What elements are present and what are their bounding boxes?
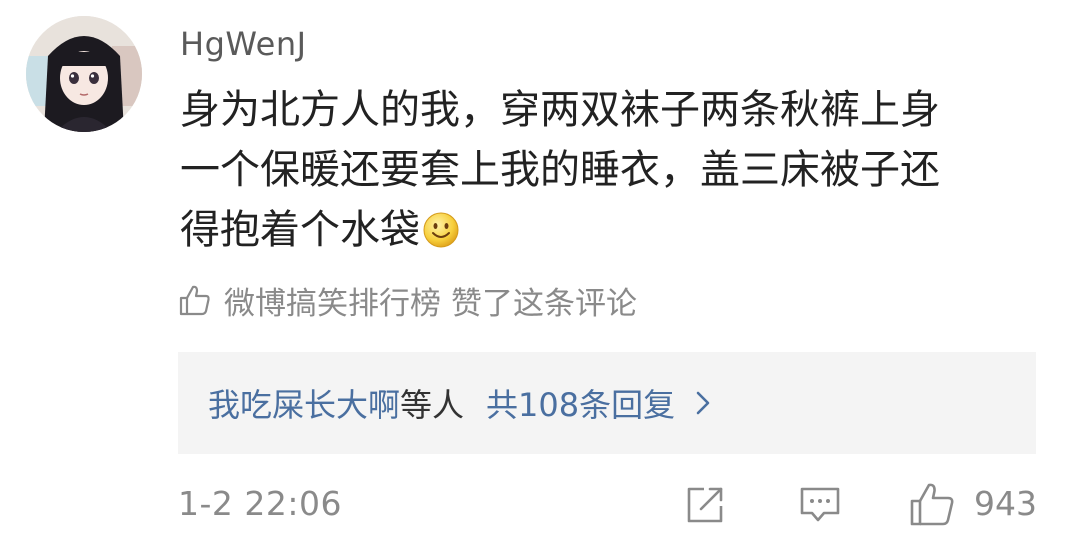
smile-emoji-icon — [422, 206, 460, 266]
comment-icon[interactable] — [798, 484, 842, 530]
comment-line: 身为北方人的我，穿两双袜子两条秋裤上身 — [180, 87, 940, 133]
like-button-icon[interactable] — [908, 480, 956, 532]
comment-line-last: 得抱着个水袋 — [180, 200, 1048, 266]
replier-name[interactable]: 我吃屎长大啊 — [208, 380, 400, 426]
avatar-image — [26, 16, 142, 132]
reply-count-link[interactable]: 共108条回复 — [486, 380, 675, 426]
liked-by-row: 微博搞笑排行榜 赞了这条评论 — [178, 278, 637, 322]
replier-suffix: 等人 — [400, 386, 465, 424]
liked-by-text: 赞了这条评论 — [451, 285, 637, 322]
chevron-right-icon — [693, 388, 713, 418]
comment-text: 身为北方人的我，穿两双袜子两条秋裤上身 一个保暖还要套上我的睡衣，盖三床被子还 … — [180, 80, 1048, 266]
replies-summary[interactable]: 我吃屎长大啊 等人 共108条回复 — [178, 352, 1036, 454]
comment-line: 一个保暖还要套上我的睡衣，盖三床被子还 — [180, 147, 940, 193]
repost-icon[interactable] — [684, 484, 726, 530]
username[interactable]: HgWenJ — [180, 22, 307, 66]
thumbs-up-icon — [178, 283, 212, 317]
avatar[interactable] — [26, 16, 142, 132]
comment-footer: 1-2 22:06 943 — [178, 480, 1037, 532]
liked-by-name[interactable]: 微博搞笑排行榜 — [224, 278, 441, 323]
timestamp: 1-2 22:06 — [178, 484, 342, 523]
like-count: 943 — [974, 484, 1037, 523]
comment-line-text: 得抱着个水袋 — [180, 207, 420, 253]
